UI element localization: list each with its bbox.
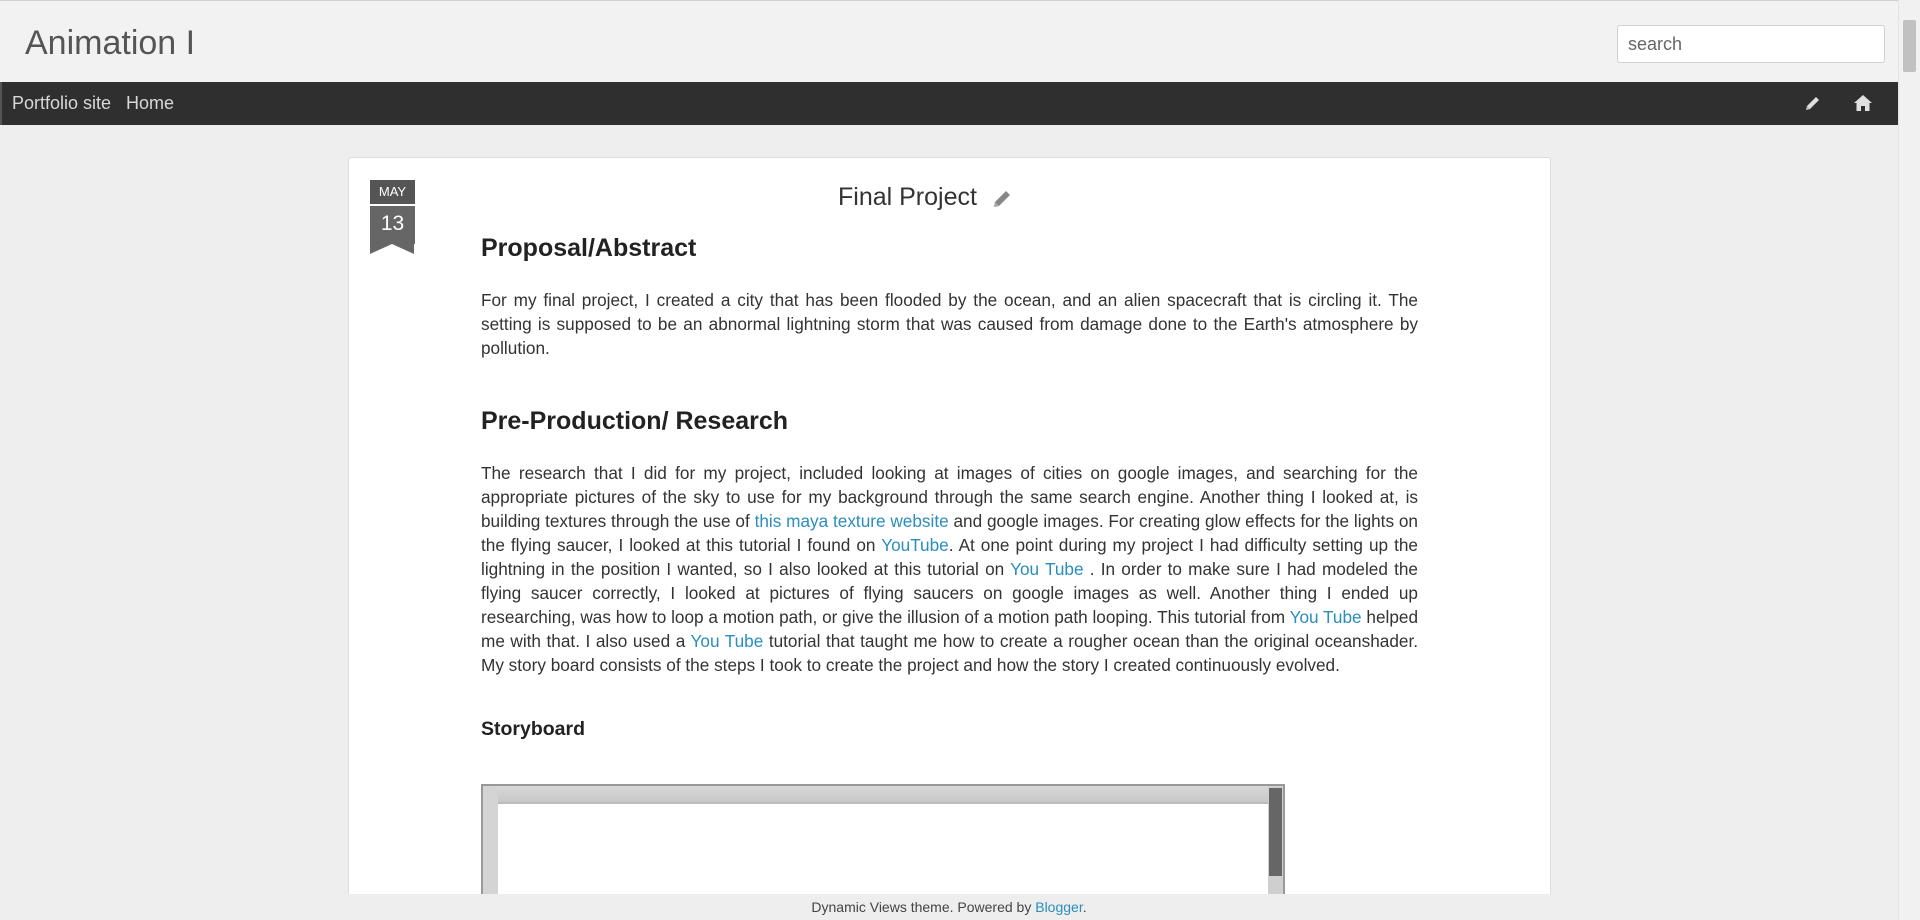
youtube-glow-link[interactable]: YouTube <box>881 535 949 555</box>
footer: Dynamic Views theme. Powered by Blogger. <box>0 894 1898 920</box>
post-body: Proposal/Abstract For my final project, … <box>481 230 1418 741</box>
nav-item-portfolio-site[interactable]: Portfolio site <box>12 82 111 125</box>
nav-item-home[interactable]: Home <box>126 82 174 125</box>
header: Animation I <box>0 0 1898 83</box>
footer-text: Dynamic Views theme. Powered by <box>811 899 1036 915</box>
search-input[interactable] <box>1617 25 1885 63</box>
page-scroll-thumb[interactable] <box>1903 20 1916 72</box>
proposal-heading: Proposal/Abstract <box>481 234 697 262</box>
research-heading: Pre-Production/ Research <box>481 407 789 435</box>
date-badge: MAY 13 <box>370 180 415 254</box>
home-icon[interactable] <box>1852 92 1874 114</box>
proposal-paragraph: For my final project, I created a city t… <box>481 290 1418 358</box>
research-paragraph: The research that I did for my project, … <box>481 461 1418 677</box>
page: Animation I Portfolio site Home MAY 13 F… <box>0 0 1920 920</box>
date-ribbon-tail <box>370 244 414 254</box>
embed-scroll-thumb[interactable] <box>1269 788 1282 876</box>
footer-suffix: . <box>1082 899 1087 915</box>
date-day: 13 <box>370 204 415 244</box>
storyboard-heading: Storyboard <box>481 718 586 740</box>
blog-title[interactable]: Animation I <box>25 23 195 63</box>
edit-pencil-icon[interactable] <box>990 186 1014 210</box>
youtube-motion-path-link[interactable]: You Tube <box>1290 607 1362 627</box>
youtube-ocean-link[interactable]: You Tube <box>691 631 764 651</box>
blogger-link[interactable]: Blogger <box>1035 899 1082 915</box>
date-month: MAY <box>370 180 415 204</box>
embed-toolbar <box>498 786 1268 802</box>
youtube-lightning-link[interactable]: You Tube <box>1010 559 1083 579</box>
navbar: Portfolio site Home <box>0 82 1898 125</box>
pencil-icon[interactable] <box>1802 92 1824 114</box>
post-title-text[interactable]: Final Project <box>838 183 977 211</box>
maya-texture-link[interactable]: this maya texture website <box>755 511 949 531</box>
page-scrollbar[interactable] <box>1898 0 1920 920</box>
post-title[interactable]: Final Project <box>838 180 1014 214</box>
